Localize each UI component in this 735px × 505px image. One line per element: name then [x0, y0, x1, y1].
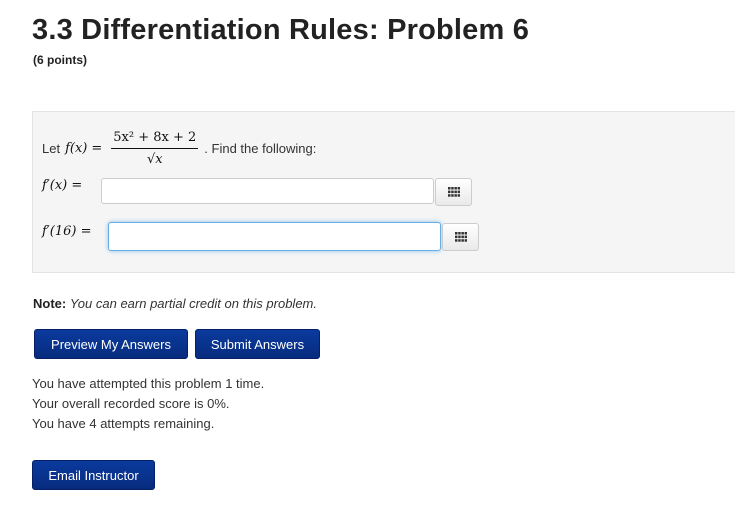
answer-label-2: f′(16) = [42, 224, 92, 239]
grid-icon [447, 187, 460, 197]
problem-statement-box: Let f(x) = 5x² + 8x + 2 √x . Find the fo… [32, 111, 735, 273]
partial-credit-note: Note: You can earn partial credit on thi… [33, 296, 317, 311]
note-prefix: Note: [33, 296, 67, 311]
remaining-status: You have 4 attempts remaining. [32, 416, 215, 431]
answer-label-1: f′(x) = [42, 178, 83, 193]
fraction-denominator: √x [146, 151, 163, 167]
submit-answers-button[interactable]: Submit Answers [195, 329, 320, 359]
answer-input-1[interactable] [101, 178, 434, 204]
email-instructor-button[interactable]: Email Instructor [32, 460, 155, 490]
equation-palette-button-2[interactable] [442, 223, 479, 251]
equation-palette-button-1[interactable] [435, 178, 472, 206]
answer-input-2[interactable] [108, 222, 441, 251]
equals-sign: = [91, 140, 103, 156]
let-label: Let [42, 140, 61, 156]
answer-row-1: f′(x) = [42, 178, 82, 193]
points-label: (6 points) [33, 53, 87, 67]
problem-text: Let f(x) = 5x² + 8x + 2 √x . Find the fo… [42, 126, 316, 170]
grid-icon [454, 232, 467, 242]
note-text: You can earn partial credit on this prob… [69, 296, 317, 311]
function-name: f(x) [65, 140, 88, 156]
score-status: Your overall recorded score is 0%. [32, 396, 230, 411]
page-title: 3.3 Differentiation Rules: Problem 6 [32, 14, 530, 46]
preview-answers-button[interactable]: Preview My Answers [34, 329, 188, 359]
fraction-numerator: 5x² + 8x + 2 [111, 130, 199, 149]
instruction-text: . Find the following: [204, 140, 317, 156]
answer-row-2: f′(16) = [42, 224, 91, 239]
attempts-status: You have attempted this problem 1 time. [32, 376, 265, 391]
fraction: 5x² + 8x + 2 √x [111, 130, 199, 167]
